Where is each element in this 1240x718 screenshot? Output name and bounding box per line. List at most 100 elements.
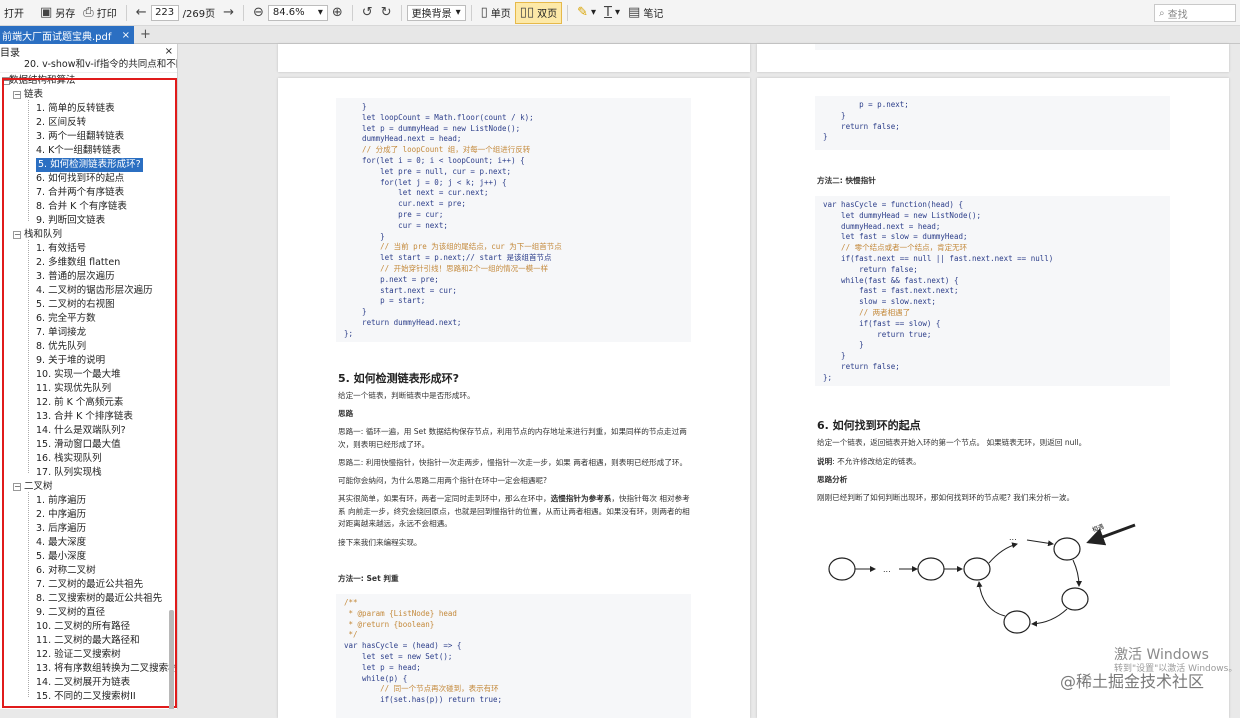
chevron-down-icon: ▾ — [591, 7, 597, 18]
code-line: // 两者相遇了 — [823, 307, 911, 317]
code-line: // 当前 pre 为该组的尾结点，cur 为下一组首节点 — [344, 242, 562, 252]
zoom-value: 84.6% — [272, 7, 305, 18]
code-line: return false; — [823, 264, 918, 274]
next-page-button[interactable]: → — [219, 2, 238, 24]
paragraph: 给定一个链表，判断链表中是否形成环。 — [338, 391, 475, 400]
close-icon[interactable]: × — [122, 30, 130, 41]
code-line: let pre = null, cur = p.next; — [344, 166, 512, 176]
paragraph: 接下来我们来编程实现。 — [338, 538, 422, 547]
code-line: }; — [823, 372, 833, 382]
code-line: return false; — [823, 121, 900, 131]
text-span: : 不允许修改给定的链表。 — [832, 457, 921, 466]
rotate-left-icon: ↺ — [361, 5, 373, 20]
method-heading: 方法二: 快慢指针 — [817, 176, 876, 185]
rotate-right-icon: ↻ — [380, 5, 392, 20]
code-line: let p = head; — [344, 662, 421, 672]
code-line: let p = dummyHead = new ListNode(); — [344, 123, 521, 133]
dots-label: ... — [883, 565, 891, 574]
single-label: 单页 — [490, 9, 511, 20]
rotate-left-button[interactable]: ↺ — [358, 2, 377, 24]
paragraph-label: 思路 — [338, 409, 354, 418]
list-node — [828, 557, 856, 581]
code-line: if(fast == slow) { — [823, 318, 941, 328]
arrow-left-icon: ← — [135, 5, 147, 20]
code-line: }; — [344, 328, 354, 338]
section-heading: 5. 如何检测链表形成环? — [338, 372, 460, 385]
toc-item[interactable]: 20. v-show和v-if指令的共同点和不同点 — [0, 58, 177, 73]
zoom-in-icon: ⊕ — [331, 5, 343, 20]
page-total: /269页 — [182, 9, 216, 20]
code-line: * @return {boolean} — [344, 619, 435, 629]
code-line: for(let j = 0; j < k; j++) { — [344, 177, 507, 187]
code-block — [815, 44, 1170, 50]
arrow — [1026, 539, 1054, 547]
note-icon: ▤ — [628, 5, 641, 20]
code-line: pre = cur; — [344, 209, 444, 219]
highlight-button[interactable]: ✎ ▾ — [573, 2, 600, 24]
code-line: for(let i = 0; i < loopCount; i++) { — [344, 155, 525, 165]
code-line: dummyHead.next = head; — [823, 221, 941, 231]
toc-header: 目录 × — [0, 44, 177, 59]
code-line: cur = next; — [344, 220, 448, 230]
close-icon[interactable]: × — [165, 46, 173, 57]
code-line: cur.next = pre; — [344, 199, 466, 209]
paragraph: 其实很简单，如果有环，两者一定同时走到环中，那么在环中，选慢指针为参考系，快指针… — [338, 493, 693, 531]
arrow — [976, 581, 1006, 617]
list-node — [963, 557, 991, 581]
search-placeholder: 查找 — [1167, 9, 1188, 21]
add-tab-button[interactable]: + — [140, 27, 151, 42]
site-watermark: @稀土掘金技术社区 — [1060, 672, 1205, 691]
tab-document[interactable]: 前端大厂面试题宝典.pdf × — [0, 26, 134, 44]
separator — [351, 4, 353, 21]
pdf-page-left — [278, 44, 750, 72]
notes-button[interactable]: ▤ 笔记 — [624, 2, 667, 24]
text-color-button[interactable]: T ▾ — [600, 2, 624, 24]
meet-label: 相遇 — [1091, 522, 1105, 534]
code-line: } — [823, 351, 846, 361]
code-line: // 开始穿针引线！思路和2个一组的情况一模一样 — [344, 263, 549, 273]
separator — [125, 4, 127, 21]
method-heading: 方法一: Set 判重 — [338, 574, 399, 583]
notes-label: 笔记 — [643, 9, 664, 20]
chevron-down-icon: ▾ — [317, 7, 323, 18]
save-icon: ▣ — [40, 5, 53, 20]
pdf-page-right — [757, 44, 1229, 72]
list-node — [1061, 587, 1089, 611]
zoom-select[interactable]: 84.6% ▾ — [267, 4, 328, 21]
toc-sidebar: 目录× 20. v-show和v-if指令的共同点和不同点 −数据结构和算法−链… — [0, 44, 178, 709]
single-page-icon: ▯ — [480, 5, 488, 20]
open-button[interactable]: 打开 — [0, 2, 28, 24]
code-line: while(p) { — [344, 673, 408, 683]
arrow — [1072, 559, 1082, 587]
code-block: /** * @param {ListNode} head * @return {… — [336, 594, 691, 718]
open-label: 打开 — [4, 9, 24, 20]
search-input[interactable]: ⌕ 查找 — [1154, 4, 1236, 22]
text-span-bold: 选慢指针为参考系 — [550, 494, 612, 503]
single-page-button[interactable]: ▯ 单页 — [477, 2, 515, 24]
save-as-button[interactable]: ▣ 另存 — [36, 2, 79, 24]
code-line: /** — [344, 598, 358, 607]
background-select[interactable]: 更换背景 ▾ — [406, 4, 466, 21]
print-button[interactable]: ⎙ 打印 — [79, 2, 120, 24]
code-block: var hasCycle = function(head) { let dumm… — [815, 196, 1170, 386]
print-label: 打印 — [96, 9, 117, 20]
prev-page-button[interactable]: ← — [132, 2, 151, 24]
page-number-input[interactable]: 223 — [150, 4, 179, 21]
code-line: // 同一个节点再次碰到，表示有环 — [344, 684, 499, 694]
double-page-button[interactable]: ▯▯ 双页 — [514, 1, 563, 24]
separator — [400, 4, 402, 21]
pdf-page-right-main: p = p.next; } return false;} 方法二: 快慢指针 v… — [757, 78, 1229, 718]
scrollbar[interactable] — [169, 610, 174, 709]
paragraph: 刚刚已经判断了如何判断出现环，那如何找到环的节点呢? 我们来分析一波。 — [817, 493, 1075, 502]
code-line: slow = slow.next; — [823, 297, 936, 307]
zoom-out-button[interactable]: ⊖ — [249, 2, 268, 24]
code-line: fast = fast.next.next; — [823, 286, 959, 296]
zoom-in-button[interactable]: ⊕ — [328, 2, 347, 24]
code-line: */ — [344, 630, 358, 640]
separator — [470, 4, 472, 21]
code-line: let start = p.next;// start 是该组首节点 — [344, 253, 552, 263]
paragraph: 思路一: 循环一遍，用 Set 数据结构保存节点，利用节点的内存地址来进行判重，… — [338, 427, 687, 449]
code-line: } — [344, 231, 385, 241]
rotate-right-button[interactable]: ↻ — [377, 2, 396, 24]
code-line: if(set.has(p)) return true; — [344, 695, 503, 705]
